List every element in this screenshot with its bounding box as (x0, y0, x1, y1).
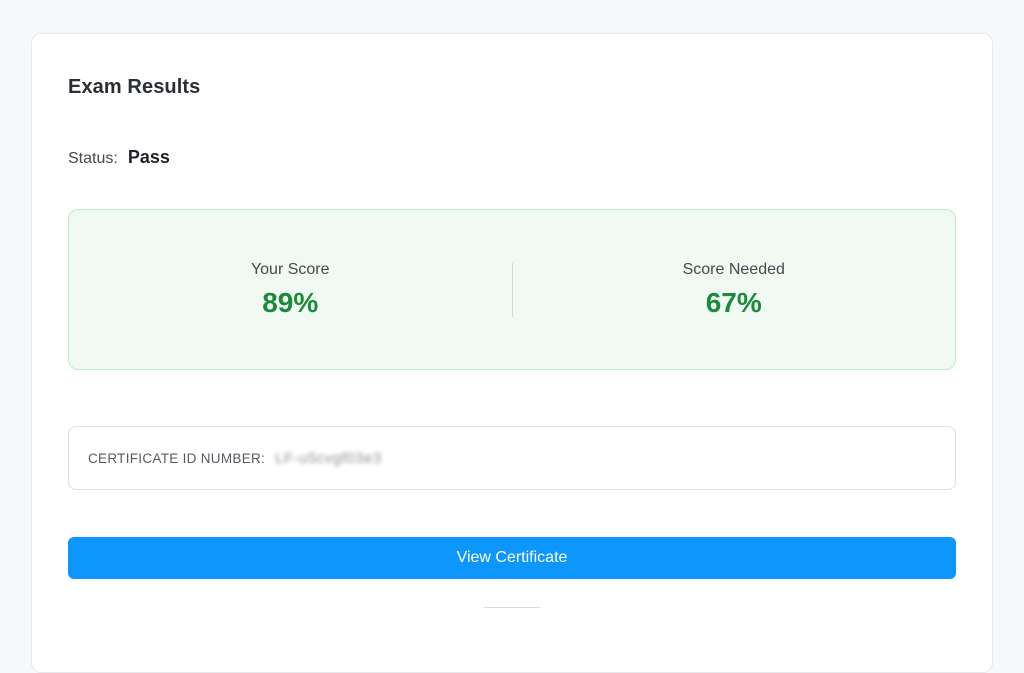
status-row: Status: Pass (68, 147, 170, 168)
your-score-label: Your Score (250, 260, 330, 278)
certificate-id-value: LF-u5cvgf03e3 (275, 449, 382, 467)
bottom-divider (484, 607, 540, 608)
certificate-id-label: CERTIFICATE ID NUMBER: (88, 450, 266, 466)
status-value: Pass (127, 147, 170, 167)
your-score-section: Your Score 89% (69, 261, 512, 319)
certificate-id-box: CERTIFICATE ID NUMBER: LF-u5cvgf03e3 (68, 426, 956, 490)
status-label: Status: (68, 150, 118, 167)
score-needed-section: Score Needed 67% (513, 261, 956, 319)
view-certificate-button[interactable]: View Certificate (68, 537, 956, 579)
score-panel: Your Score 89% Score Needed 67% (68, 209, 956, 370)
page-title: Exam Results (68, 76, 201, 98)
score-needed-value: 67% (705, 286, 762, 318)
your-score-value: 89% (262, 286, 319, 318)
exam-results-card: Exam Results Status: Pass Your Score 89%… (31, 33, 993, 673)
score-needed-label: Score Needed (682, 260, 785, 278)
